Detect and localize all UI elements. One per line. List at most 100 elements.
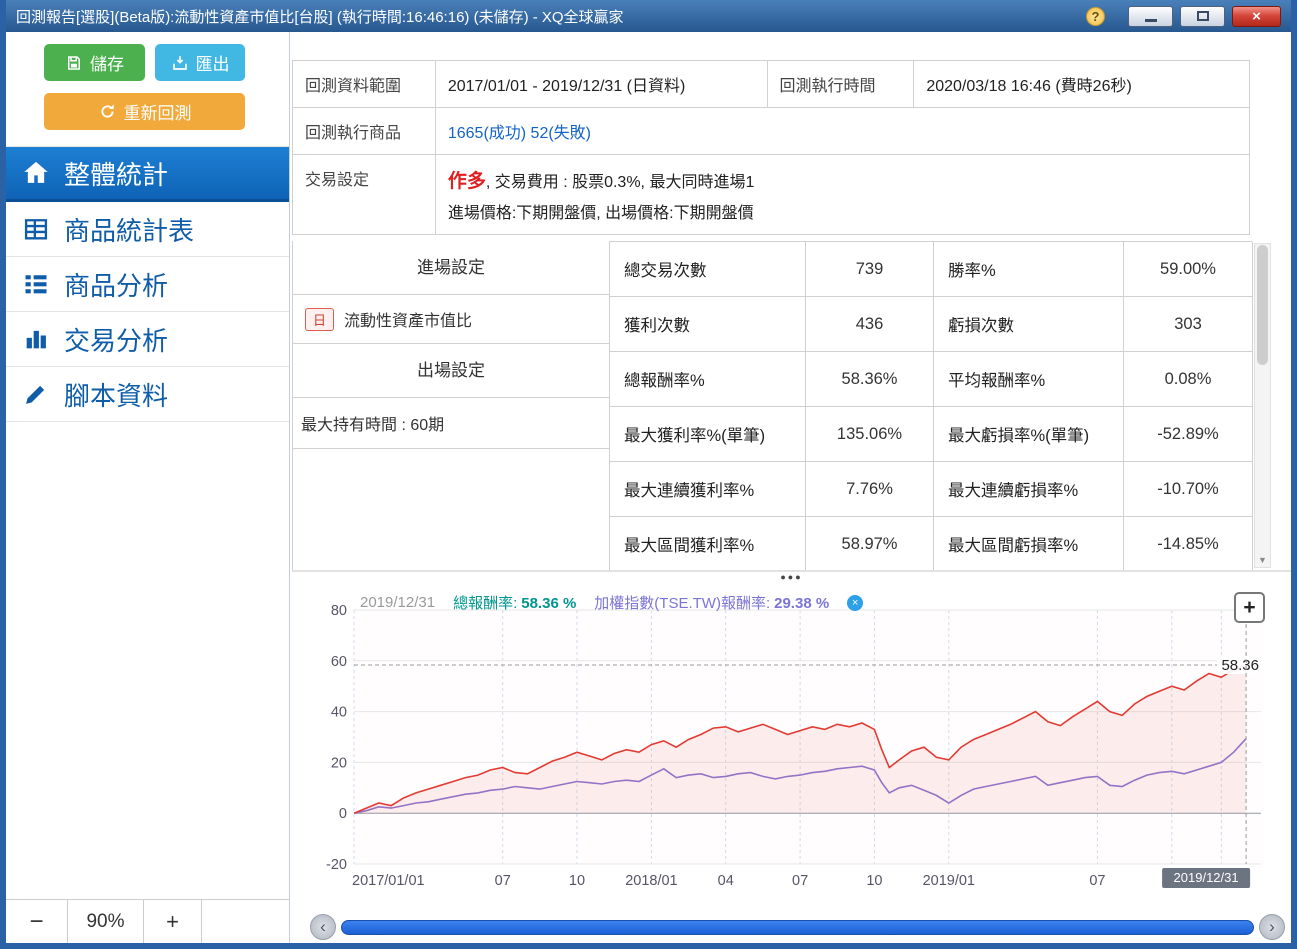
statistics-section: 進場設定 日 流動性資產市值比 出場設定 最大持有時間 : 60期 總交易次數 …: [292, 241, 1291, 571]
svg-text:80: 80: [331, 603, 347, 619]
symbols-label: 回測執行商品: [292, 107, 436, 155]
home-icon: [24, 161, 48, 183]
maximize-icon: [1196, 11, 1209, 21]
stat-value: 0.08%: [1124, 352, 1253, 407]
save-button[interactable]: 儲存: [44, 44, 145, 81]
stat-value: 59.00%: [1124, 242, 1253, 297]
svg-text:-20: -20: [326, 857, 347, 873]
nav-label: 交易分析: [64, 325, 169, 356]
stats-vertical-scrollbar[interactable]: ▼: [1254, 243, 1271, 568]
svg-text:2017/01/01: 2017/01/01: [352, 873, 425, 889]
scroll-right-button[interactable]: ›: [1259, 914, 1285, 940]
stat-label: 最大區間獲利率%: [610, 517, 806, 570]
refresh-icon: [100, 104, 114, 118]
export-button[interactable]: 匯出: [155, 44, 245, 81]
symbols-value[interactable]: 1665(成功) 52(失敗): [434, 107, 1251, 155]
stat-label: 最大獲利率%(單筆): [610, 407, 806, 462]
svg-text:07: 07: [1089, 873, 1105, 889]
stat-value: -14.85%: [1124, 517, 1253, 570]
pencil-icon: [26, 385, 45, 404]
nav-label: 商品統計表: [64, 215, 195, 246]
legend-index-return: 加權指數(TSE.TW)報酬率: 29.38 %: [594, 595, 830, 612]
svg-text:2018/01: 2018/01: [625, 873, 677, 889]
save-label: 儲存: [90, 55, 124, 74]
sidebar-nav: 整體統計 商品統計表 商品分析 交易分析 腳本資料: [6, 146, 289, 422]
range-value: 2017/01/01 - 2019/12/31 (日資料): [434, 60, 768, 108]
stat-label: 總報酬率%: [610, 352, 806, 407]
stats-grid: 總交易次數 739 勝率% 59.00% 獲利次數 436 虧損次數 303 總…: [609, 241, 1253, 570]
entry-script-name[interactable]: 流動性資產市值比: [344, 307, 472, 331]
chart-zoom-in-button[interactable]: +: [1234, 592, 1265, 623]
legend-date: 2019/12/31: [360, 594, 436, 611]
save-icon: [68, 55, 80, 70]
stat-value: 58.97%: [806, 517, 934, 570]
svg-text:0: 0: [339, 806, 347, 822]
main-content: 回測資料範圍 2017/01/01 - 2019/12/31 (日資料) 回測執…: [290, 32, 1291, 943]
rerun-label: 重新回測: [123, 104, 192, 123]
exec-time-label: 回測執行時間: [766, 60, 915, 108]
backtest-info-table: 回測資料範圍 2017/01/01 - 2019/12/31 (日資料) 回測執…: [292, 60, 1251, 235]
exec-time-value: 2020/03/18 16:46 (費時26秒): [913, 60, 1250, 108]
zoom-bar: − 90% +: [6, 899, 289, 943]
nav-item-trade-analysis[interactable]: 交易分析: [6, 312, 289, 367]
stat-label: 最大區間虧損率%: [934, 517, 1124, 570]
app-window: 回測報告[選股](Beta版):流動性資產市值比[台股] (執行時間:16:46…: [0, 0, 1297, 949]
minimize-button[interactable]: [1128, 5, 1173, 27]
stat-label: 最大連續獲利率%: [610, 462, 806, 517]
scrollbar-thumb[interactable]: [1257, 245, 1268, 365]
trade-detail-2: 進場價格:下期開盤價, 出場價格:下期開盤價: [447, 205, 754, 222]
svg-text:10: 10: [569, 873, 585, 889]
returns-line-chart[interactable]: 80 60 40 20 0 -20 58.36 2017/01/01 07 10 2018/01 04…: [310, 588, 1273, 912]
svg-text:40: 40: [331, 705, 347, 721]
chart-legend: 2019/12/31 總報酬率: 58.36 % 加權指數(TSE.TW)報酬率:…: [360, 592, 864, 613]
stat-label: 最大虧損率%(單筆): [934, 407, 1124, 462]
stat-label: 勝率%: [934, 242, 1124, 297]
chart-horizontal-scrollbar: ‹ ›: [310, 914, 1285, 940]
exit-rule: 最大持有時間 : 60期: [293, 398, 609, 449]
stat-label: 最大連續虧損率%: [934, 462, 1124, 517]
export-label: 匯出: [195, 55, 230, 74]
day-frequency-badge: 日: [305, 307, 335, 331]
stat-label: 總交易次數: [610, 242, 806, 297]
zoom-in-button[interactable]: +: [144, 900, 202, 943]
scroll-down-icon[interactable]: ▼: [1255, 555, 1270, 565]
trade-settings-label: 交易設定: [292, 154, 436, 235]
pane-splitter[interactable]: ●●●: [292, 571, 1291, 584]
stat-value: 739: [806, 242, 934, 297]
nav-item-symbol-analysis[interactable]: 商品分析: [6, 257, 289, 312]
stat-value: 7.76%: [806, 462, 934, 517]
svg-text:60: 60: [331, 654, 347, 670]
scroll-left-button[interactable]: ‹: [310, 914, 336, 940]
zoom-out-button[interactable]: −: [6, 900, 68, 943]
trade-settings-value: 作多, 交易費用 : 股票0.3%, 最大同時進場1 進場價格:下期開盤價, 出…: [434, 154, 1251, 235]
help-icon[interactable]: ?: [1086, 6, 1105, 26]
nav-label: 腳本資料: [64, 380, 169, 411]
close-button[interactable]: ×: [1232, 5, 1281, 27]
nav-item-overall-stats[interactable]: 整體統計: [6, 147, 289, 202]
window-title: 回測報告[選股](Beta版):流動性資產市值比[台股] (執行時間:16:46…: [16, 8, 624, 26]
stat-label: 獲利次數: [610, 297, 806, 352]
sidebar: 儲存 匯出 重新回測 整體統計 商品統計表 商品分析 交易分析 腳本資料 − 9…: [6, 32, 290, 943]
stat-label: 平均報酬率%: [934, 352, 1124, 407]
title-bar: 回測報告[選股](Beta版):流動性資產市值比[台股] (執行時間:16:46…: [6, 0, 1291, 32]
scrollbar-track[interactable]: [341, 919, 1254, 935]
nav-item-script-data[interactable]: 腳本資料: [6, 367, 289, 422]
stat-label: 虧損次數: [934, 297, 1124, 352]
legend-close-icon[interactable]: ×: [847, 594, 864, 611]
export-icon: [172, 55, 187, 70]
nav-label: 整體統計: [64, 159, 169, 190]
close-icon: ×: [1252, 7, 1261, 25]
svg-text:07: 07: [495, 873, 511, 889]
svg-text:04: 04: [718, 873, 734, 889]
maximize-button[interactable]: [1180, 5, 1225, 27]
trade-direction: 作多: [447, 171, 486, 192]
svg-text:07: 07: [792, 873, 808, 889]
table-icon: [24, 219, 48, 240]
range-label: 回測資料範圍: [292, 60, 436, 108]
exit-settings-title: 出場設定: [293, 344, 609, 398]
svg-text:58.36: 58.36: [1221, 657, 1259, 674]
stat-value: 303: [1124, 297, 1253, 352]
stat-value: 58.36%: [806, 352, 934, 407]
rerun-backtest-button[interactable]: 重新回測: [44, 93, 245, 130]
nav-item-symbol-stats-table[interactable]: 商品統計表: [6, 202, 289, 257]
